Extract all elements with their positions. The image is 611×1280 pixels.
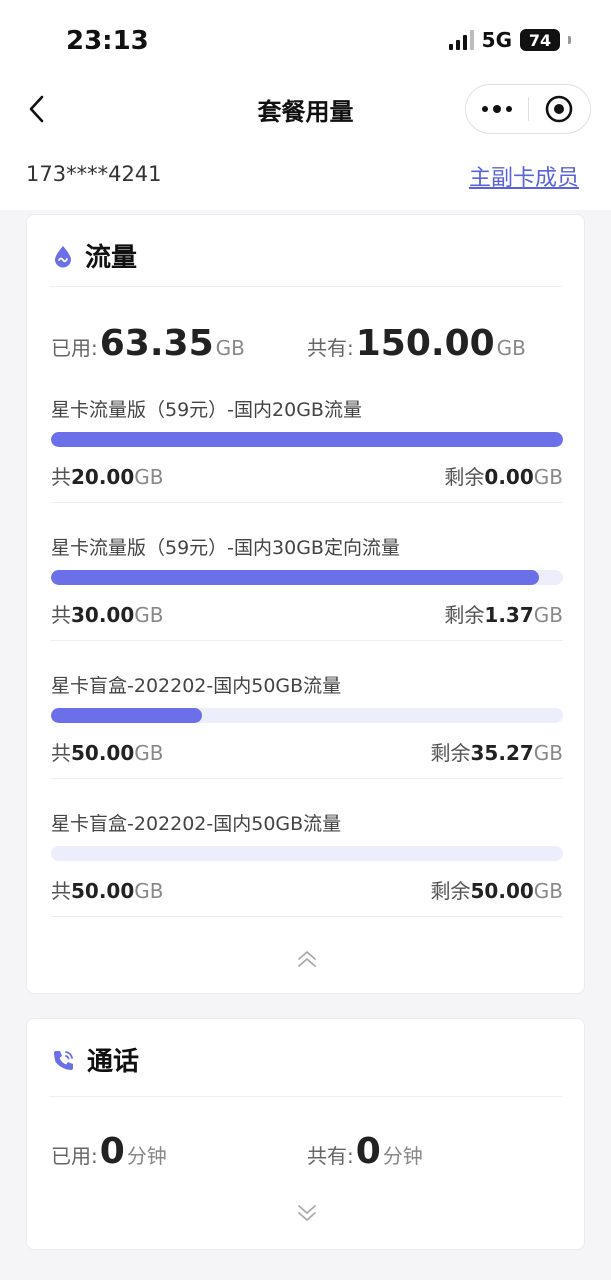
package-name: 星卡流量版（59元）-国内20GB流量 [51, 399, 362, 421]
nav-bar: 套餐用量 [0, 80, 611, 140]
package-total-value: 30.00 [71, 603, 135, 627]
package-progress-bar [51, 432, 563, 447]
package-divider [51, 502, 563, 503]
voice-used-label: 已用: [51, 1144, 98, 1168]
data-total: 共有: 150.00 GB [307, 323, 563, 364]
battery-level: 74 [528, 30, 552, 50]
package-progress-fill [51, 570, 540, 585]
voice-used-unit: 分钟 [126, 1144, 167, 1168]
package-total: 共50.00GB [51, 875, 163, 904]
voice-usage-card: 通话 已用: 0 分钟 共有: 0 分钟 [26, 1018, 585, 1250]
package-item: 星卡盲盒-202202-国内50GB流量 共50.00GB 剩余50.00GB [51, 809, 563, 947]
package-progress-bar [51, 708, 563, 723]
double-chevron-up-icon[interactable] [295, 947, 319, 971]
package-item: 星卡流量版（59元）-国内20GB流量 共20.00GB 剩余0.00GB [51, 395, 563, 533]
data-usage-card: 流量 已用: 63.35 GB 共有: 150.00 GB 星卡流量版（59元）… [26, 214, 585, 994]
data-total-unit: GB [496, 336, 526, 360]
data-used-value: 63.35 [99, 323, 214, 364]
account-header: 173****4241 主副卡成员 [0, 140, 611, 210]
voice-total-label: 共有: [307, 1144, 354, 1168]
package-total-prefix: 共 [51, 465, 71, 489]
package-remaining: 剩余0.00GB [444, 461, 563, 490]
double-chevron-down-icon[interactable] [295, 1201, 319, 1225]
data-card-header: 流量 [51, 237, 137, 274]
voice-card-title: 通话 [87, 1047, 140, 1077]
package-total-value: 50.00 [71, 741, 135, 765]
package-progress-fill [51, 708, 203, 723]
package-name: 星卡盲盒-202202-国内50GB流量 [51, 813, 342, 835]
package-total-value: 20.00 [71, 465, 135, 489]
package-total: 共20.00GB [51, 461, 163, 490]
package-total-prefix: 共 [51, 741, 71, 765]
package-remaining: 剩余35.27GB [431, 737, 563, 766]
network-type: 5G [481, 28, 512, 52]
package-total: 共30.00GB [51, 599, 163, 628]
data-card-divider [49, 286, 562, 287]
data-card-title: 流量 [85, 243, 138, 273]
package-remain-prefix: 剩余 [444, 603, 485, 627]
package-item: 星卡盲盒-202202-国内50GB流量 共50.00GB 剩余35.27GB [51, 671, 563, 809]
package-remaining: 剩余50.00GB [431, 875, 563, 904]
data-total-value: 150.00 [355, 323, 495, 364]
voice-used-value: 0 [99, 1131, 125, 1172]
package-remain-unit: GB [533, 879, 563, 903]
package-item: 星卡流量版（59元）-国内30GB定向流量 共30.00GB 剩余1.37GB [51, 533, 563, 671]
members-link[interactable]: 主副卡成员 [469, 160, 579, 192]
battery-icon: 74 [520, 29, 560, 51]
package-remaining: 剩余1.37GB [444, 599, 563, 628]
data-used: 已用: 63.35 GB [51, 323, 307, 364]
phone-call-icon [54, 1050, 73, 1070]
voice-total: 共有: 0 分钟 [307, 1131, 563, 1172]
package-divider [51, 916, 563, 917]
battery-cap [568, 36, 571, 44]
package-total-unit: GB [134, 465, 164, 489]
package-total-unit: GB [134, 741, 164, 765]
package-progress-bar [51, 570, 563, 585]
package-remain-value: 0.00 [484, 465, 534, 489]
package-total-unit: GB [134, 879, 164, 903]
package-progress-fill [51, 432, 563, 447]
package-progress-bar [51, 846, 563, 861]
package-remain-value: 1.37 [484, 603, 534, 627]
package-remain-unit: GB [533, 741, 563, 765]
voice-total-unit: 分钟 [382, 1144, 423, 1168]
package-remain-value: 35.27 [470, 741, 534, 765]
package-divider [51, 640, 563, 641]
package-remain-prefix: 剩余 [430, 879, 471, 903]
status-bar: 23:13 5G 74 [0, 0, 611, 80]
close-target-icon[interactable] [528, 94, 590, 124]
status-time: 23:13 [66, 26, 149, 56]
package-remain-prefix: 剩余 [444, 465, 485, 489]
package-total-unit: GB [134, 603, 164, 627]
package-remain-prefix: 剩余 [430, 741, 471, 765]
voice-total-value: 0 [355, 1131, 381, 1172]
package-remain-unit: GB [533, 465, 563, 489]
voice-summary: 已用: 0 分钟 共有: 0 分钟 [51, 1131, 571, 1172]
package-total-value: 50.00 [71, 879, 135, 903]
more-icon[interactable] [466, 105, 528, 113]
package-total-prefix: 共 [51, 879, 71, 903]
package-divider [51, 778, 563, 779]
data-used-label: 已用: [51, 336, 98, 360]
package-total: 共50.00GB [51, 737, 163, 766]
package-name: 星卡盲盒-202202-国内50GB流量 [51, 675, 342, 697]
package-remain-value: 50.00 [470, 879, 534, 903]
voice-card-header: 通话 [51, 1041, 139, 1078]
signal-icon [448, 30, 474, 50]
droplet-wave-icon [55, 245, 71, 267]
data-total-label: 共有: [307, 336, 354, 360]
package-total-prefix: 共 [51, 603, 71, 627]
phone-number: 173****4241 [26, 162, 162, 186]
status-indicators: 5G 74 [448, 28, 571, 52]
package-remain-unit: GB [533, 603, 563, 627]
package-name: 星卡流量版（59元）-国内30GB定向流量 [51, 537, 400, 559]
data-summary: 已用: 63.35 GB 共有: 150.00 GB [51, 323, 571, 364]
mini-program-capsule [465, 84, 591, 134]
voice-used: 已用: 0 分钟 [51, 1131, 307, 1172]
data-used-unit: GB [215, 336, 245, 360]
voice-card-divider [49, 1096, 562, 1097]
